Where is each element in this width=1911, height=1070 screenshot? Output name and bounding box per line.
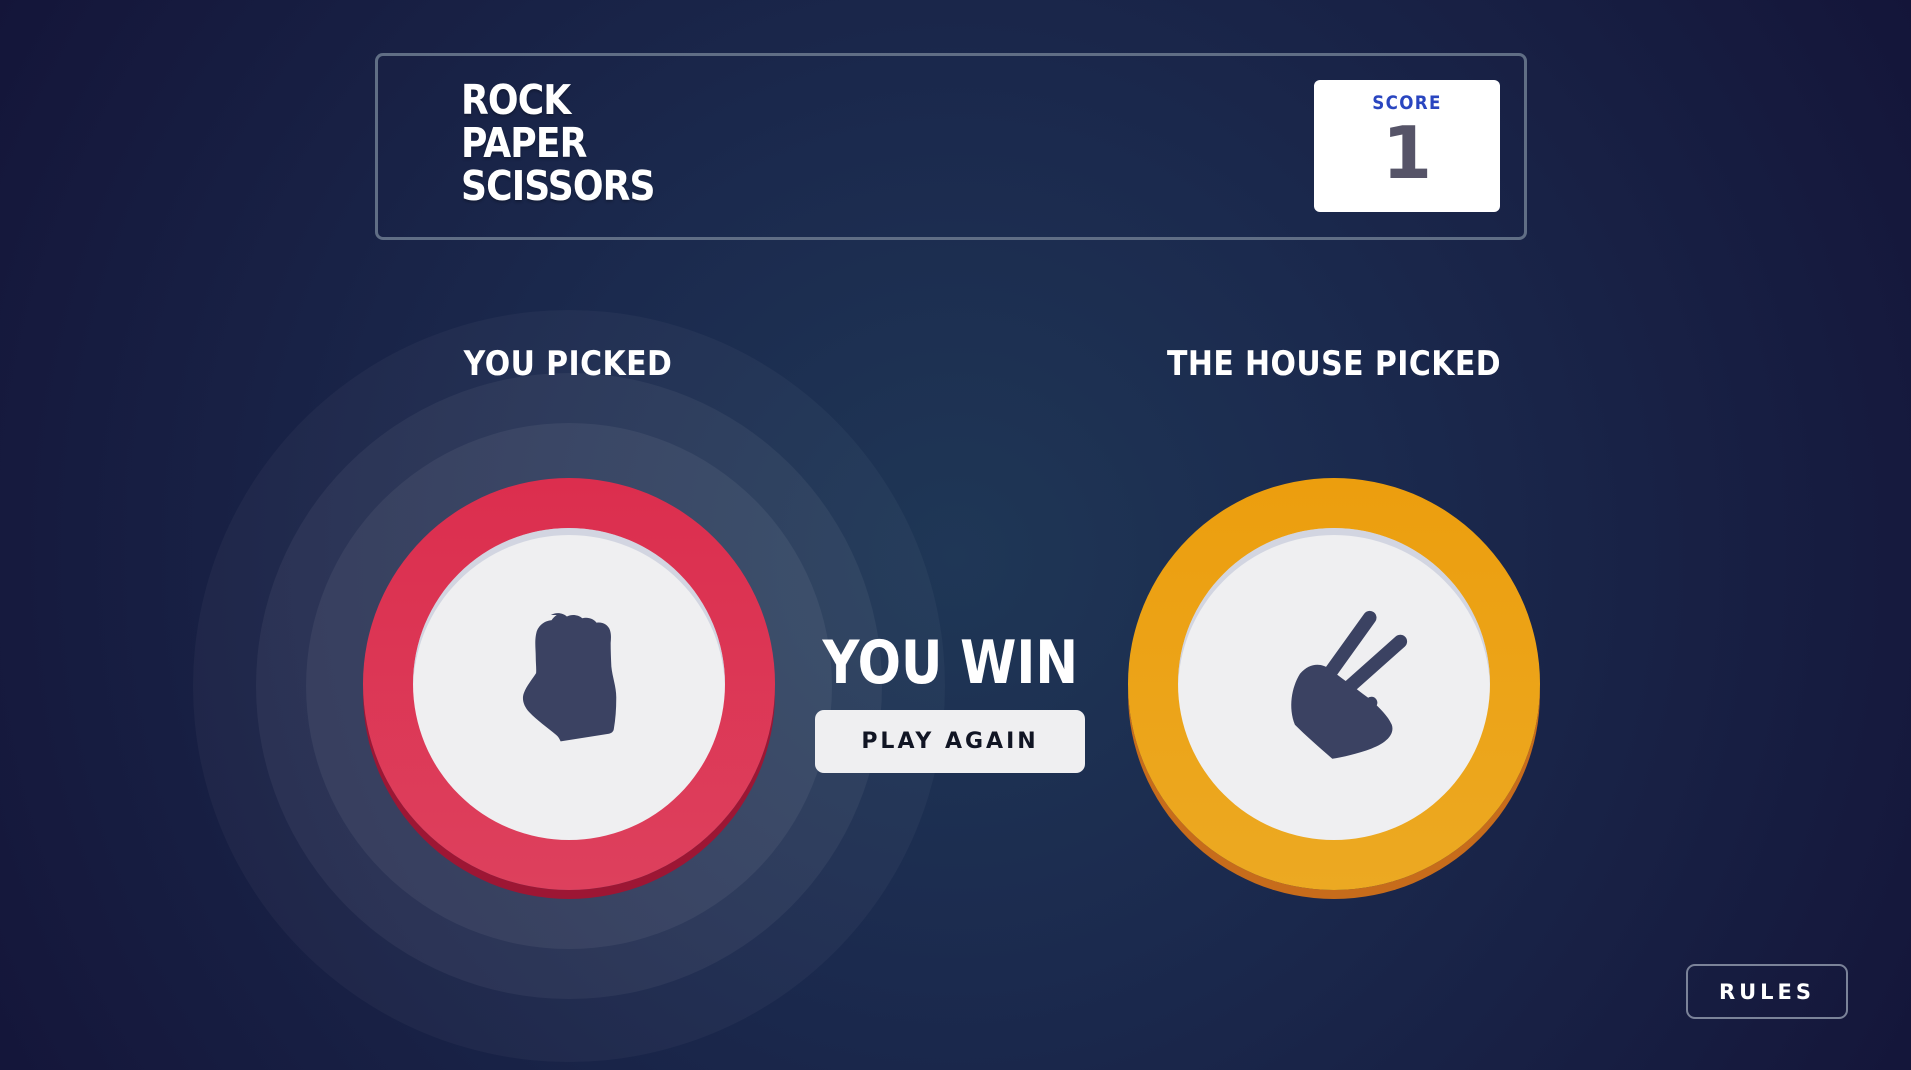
house-choice-face <box>1178 528 1490 840</box>
result-panel: YOU WIN PLAY AGAIN <box>800 628 1100 773</box>
house-choice-token <box>1128 478 1540 890</box>
player-choice-token <box>363 478 775 890</box>
rules-button[interactable]: RULES <box>1686 964 1848 1019</box>
play-again-button[interactable]: PLAY AGAIN <box>815 710 1085 773</box>
score-label: SCORE <box>1372 92 1442 114</box>
logo-line-rock: ROCK <box>461 76 571 124</box>
score-box: SCORE 1 <box>1314 80 1500 212</box>
logo-line-scissors: SCISSORS <box>461 162 656 210</box>
result-text: YOU WIN <box>822 628 1079 698</box>
scissors-icon <box>1291 610 1408 759</box>
player-choice-face <box>413 528 725 840</box>
rock-icon <box>522 613 617 742</box>
house-pick-label: THE HOUSE PICKED <box>1166 344 1501 384</box>
score-value: 1 <box>1381 111 1433 195</box>
game-header: ROCK PAPER SCISSORS SCORE 1 <box>375 53 1527 240</box>
game-logo: ROCK PAPER SCISSORS <box>461 76 656 210</box>
logo-line-paper: PAPER <box>461 119 587 167</box>
